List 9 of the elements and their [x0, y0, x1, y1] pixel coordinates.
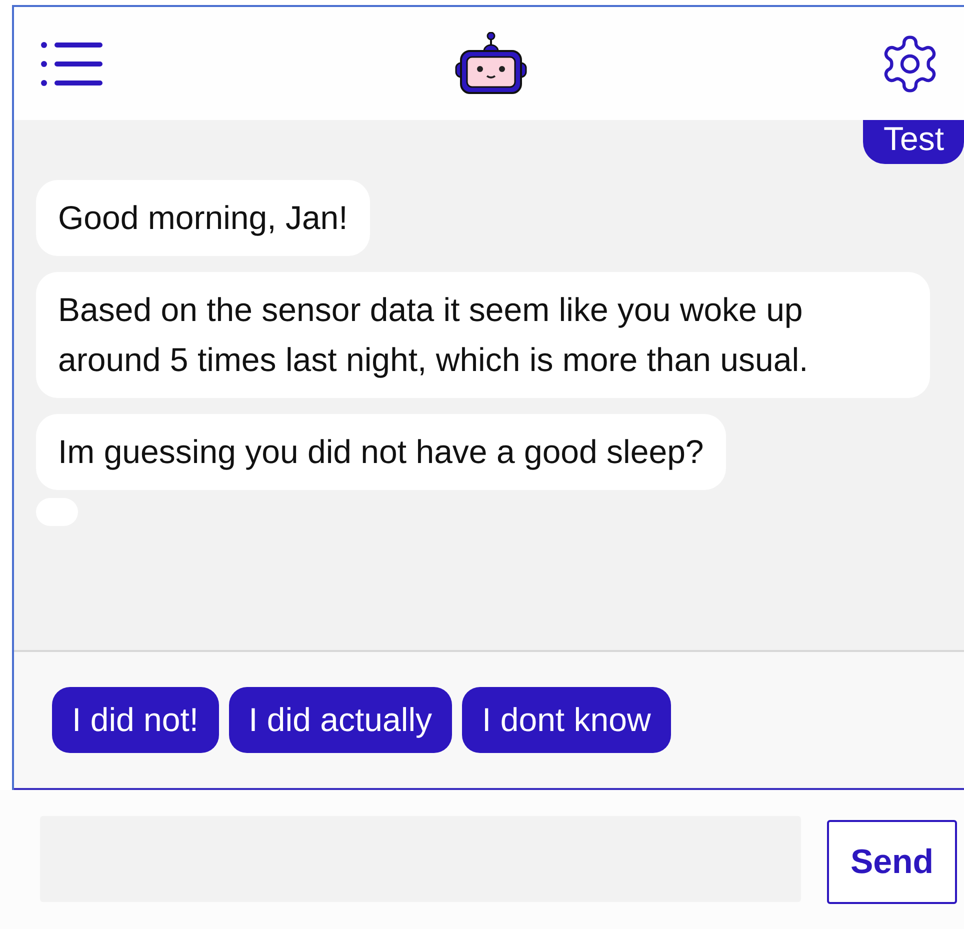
bot-message: Im guessing you did not have a good sleep?	[36, 414, 726, 490]
bot-message: Based on the sensor data it seem like you woke up around 5 times last night, which is more than usual.	[36, 272, 930, 398]
user-message: Test	[863, 120, 964, 164]
quick-reply-button[interactable]: I dont know	[462, 687, 671, 753]
quick-reply-button[interactable]: I did actually	[228, 687, 452, 753]
quick-reply-button[interactable]: I did not!	[52, 687, 219, 753]
robot-icon	[454, 32, 528, 96]
bot-message: Good morning, Jan!	[36, 180, 370, 256]
send-button[interactable]: Send	[827, 820, 957, 904]
